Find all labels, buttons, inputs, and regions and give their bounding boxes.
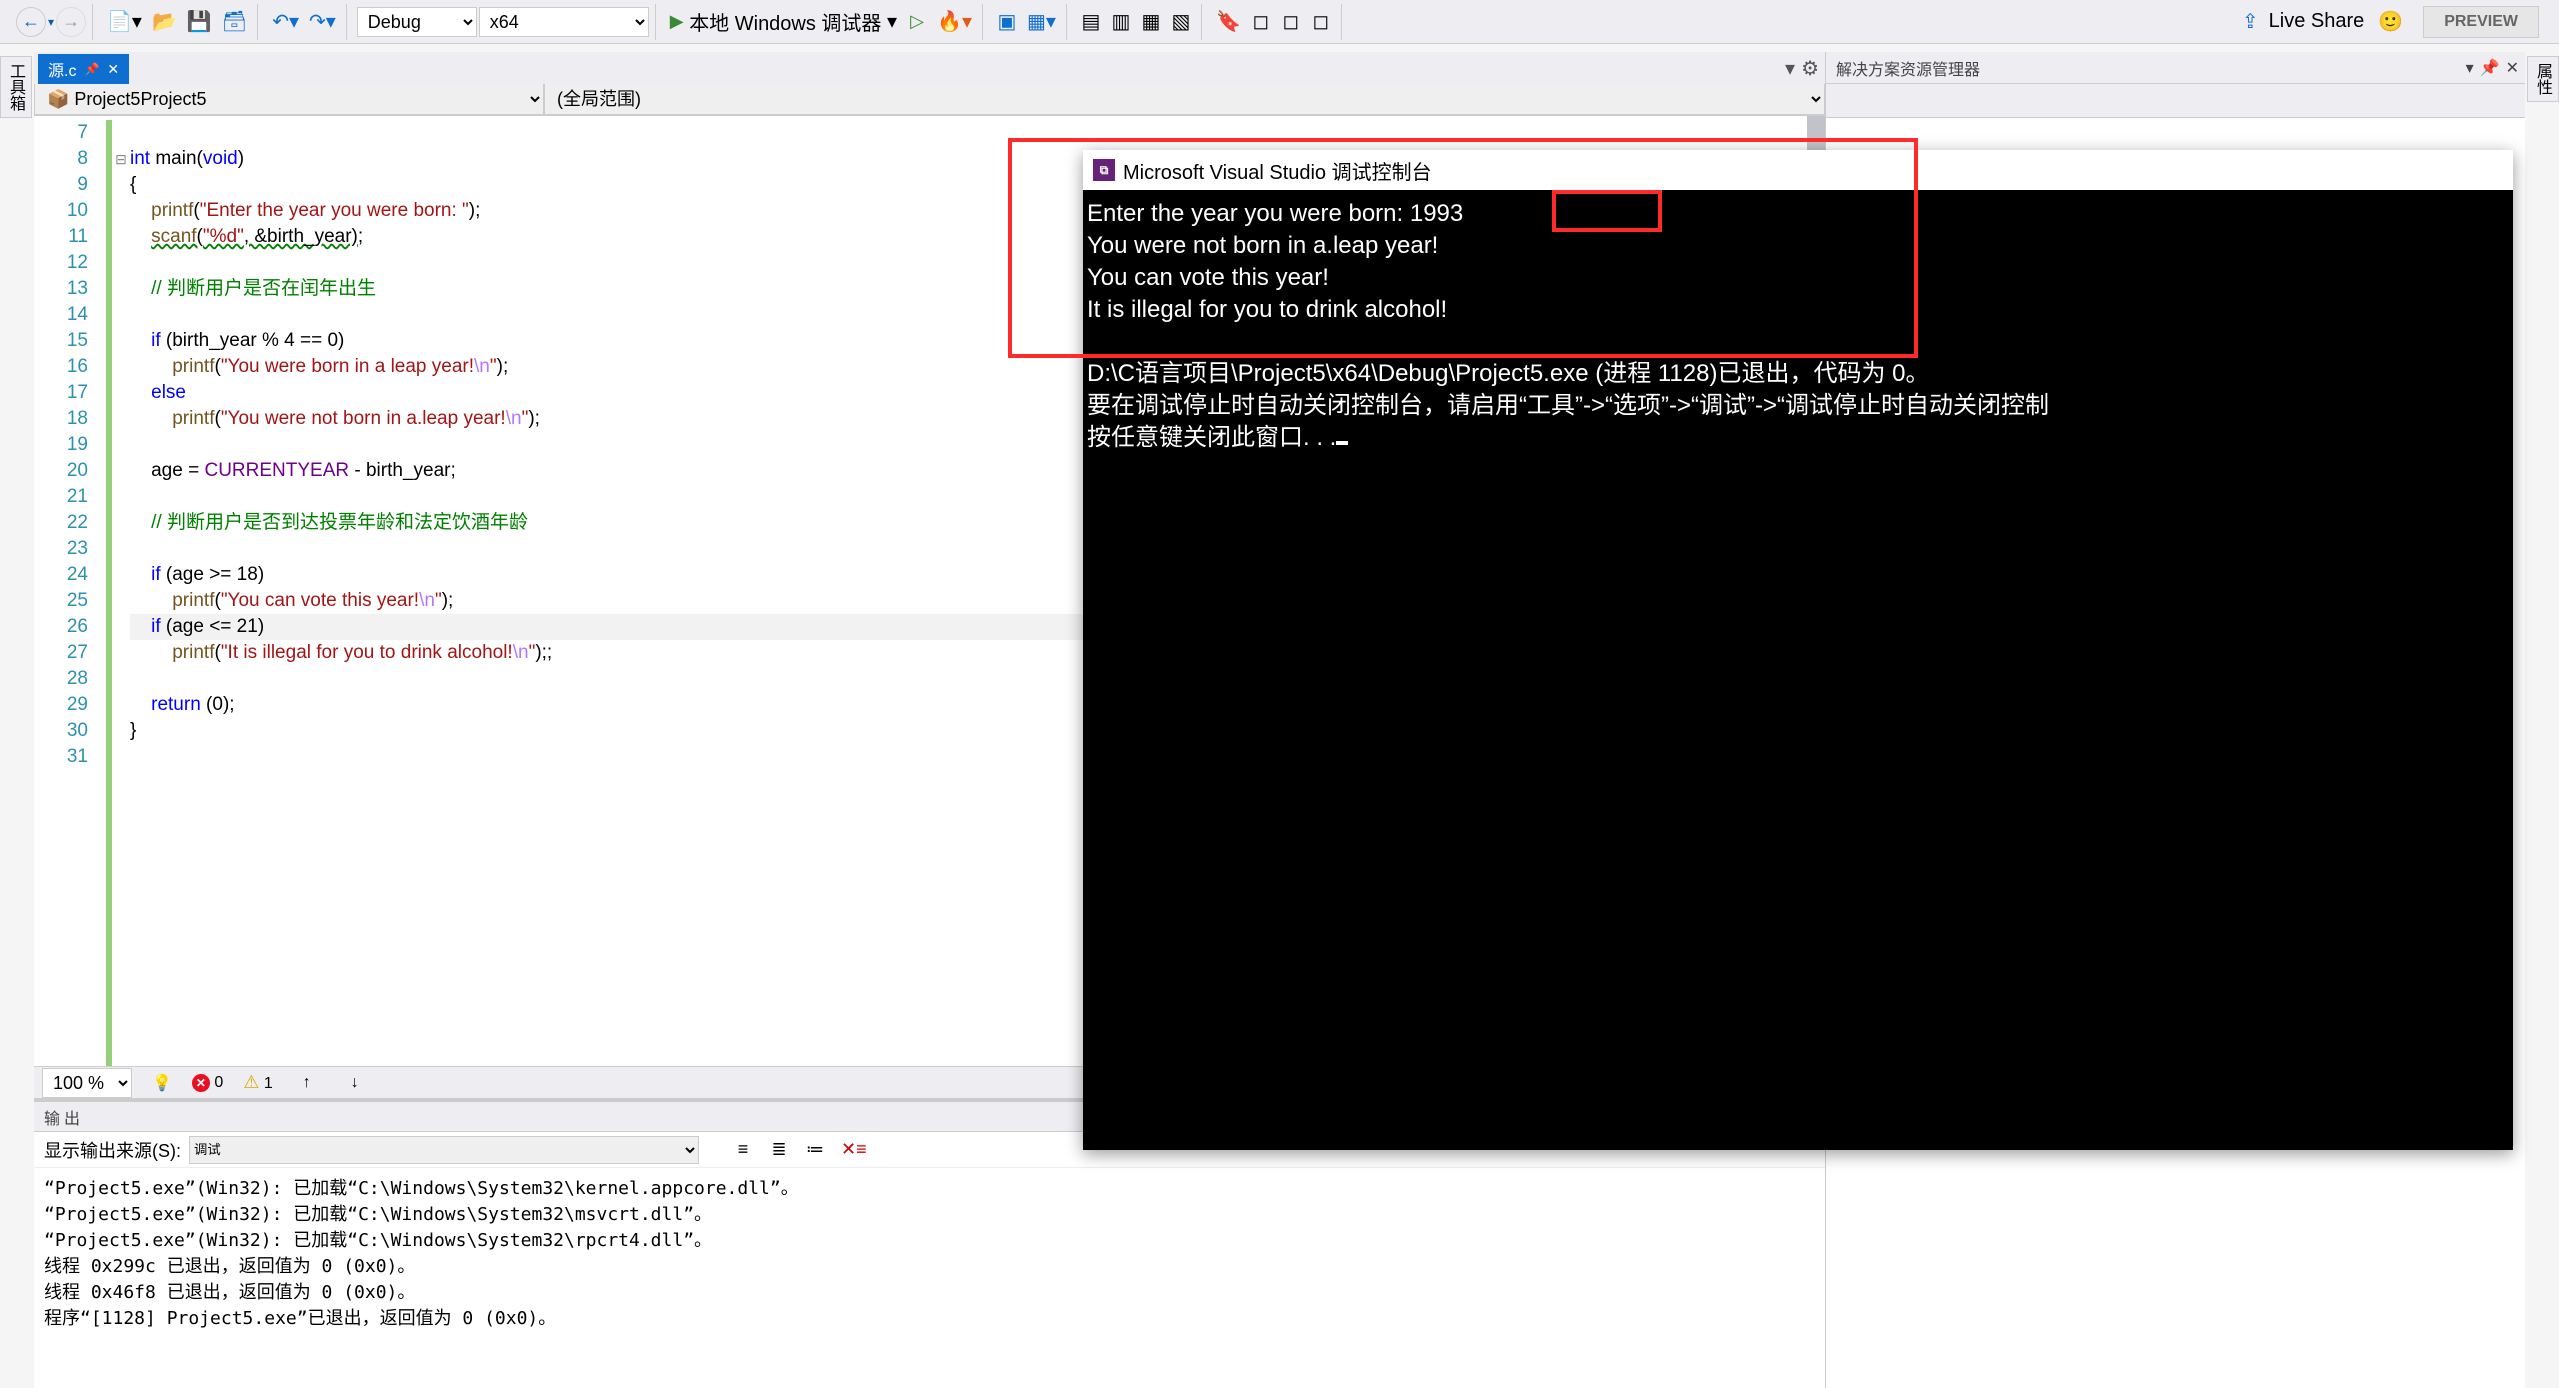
zoom-select[interactable]: 100 % <box>42 1068 132 1098</box>
pin-icon[interactable]: 📌 <box>84 62 99 76</box>
editor-tab-active[interactable]: 源.c 📌 ✕ <box>38 54 129 84</box>
start-no-debug-button[interactable]: ▷ <box>903 8 931 36</box>
indent-btn[interactable]: ▤ <box>1077 8 1105 36</box>
panel-close-icon[interactable]: ✕ <box>2506 58 2519 78</box>
close-icon[interactable]: ✕ <box>107 61 119 78</box>
new-item-button[interactable]: 📄▾ <box>103 8 146 36</box>
warning-count[interactable]: ⚠ 1 <box>243 1072 273 1093</box>
output-source-label: 显示输出来源(S): <box>44 1137 181 1163</box>
scope-bar: 📦 Project5Project5 (全局范围) <box>34 84 1825 116</box>
main-toolbar: ← ▾ → 📄▾ 📂 💾 🗃 ↶▾ ↷▾ Debug x64 ▶ 本地 Wind… <box>0 0 2559 44</box>
toolbox-btn-2[interactable]: ▦▾ <box>1023 8 1060 36</box>
output-tool-2[interactable]: ≣ <box>765 1136 793 1164</box>
vs-icon: ⧉ <box>1093 159 1115 181</box>
nav-down-button[interactable]: ↓ <box>341 1069 369 1097</box>
solution-toolbar <box>1826 84 2525 118</box>
tab-settings-icon[interactable]: ⚙ <box>1801 56 1819 81</box>
editor-tab-bar: 源.c 📌 ✕ ▾ ⚙ <box>34 52 1825 84</box>
panel-dropdown-icon[interactable]: ▾ <box>2466 58 2474 78</box>
start-debug-button[interactable]: ▶ 本地 Windows 调试器 ▾ <box>666 8 901 36</box>
bookmark-clear[interactable]: ◻ <box>1307 8 1335 36</box>
lightbulb-icon[interactable]: 💡 <box>152 1073 172 1093</box>
toolbox-btn-1[interactable]: ▣ <box>993 8 1021 36</box>
output-source-select[interactable]: 调试 <box>189 1136 699 1164</box>
scope-project-select[interactable]: 📦 Project5Project5 <box>34 84 544 115</box>
hot-reload-button[interactable]: 🔥▾ <box>933 8 976 36</box>
bookmark-prev[interactable]: ◻ <box>1247 8 1275 36</box>
open-file-button[interactable]: 📂 <box>148 8 181 36</box>
console-output: Enter the year you were born: 1993 You w… <box>1083 190 2513 462</box>
output-tool-1[interactable]: ≡ <box>729 1136 757 1164</box>
bookmark-next[interactable]: ◻ <box>1277 8 1305 36</box>
solution-explorer-title: 解决方案资源管理器 <box>1836 56 1980 80</box>
nav-up-button[interactable]: ↑ <box>293 1069 321 1097</box>
preview-button[interactable]: PREVIEW <box>2423 6 2539 38</box>
redo-button[interactable]: ↷▾ <box>305 8 340 36</box>
nav-forward-button[interactable]: → <box>56 7 86 37</box>
scope-function-select[interactable]: (全局范围) <box>544 84 1825 115</box>
save-button[interactable]: 💾 <box>183 8 216 36</box>
undo-button[interactable]: ↶▾ <box>268 8 303 36</box>
console-title: Microsoft Visual Studio 调试控制台 <box>1123 156 1432 185</box>
live-share-button[interactable]: Live Share <box>2265 8 2369 36</box>
uncomment-btn[interactable]: ▧ <box>1167 8 1195 36</box>
comment-btn[interactable]: ▦ <box>1137 8 1165 36</box>
line-gutter: 7891011121314151617181920212223242526272… <box>34 116 106 1066</box>
fold-gutter: ⊟ <box>112 116 130 1066</box>
panel-pin-icon[interactable]: 📌 <box>2480 58 2500 78</box>
output-clear-button[interactable]: ✕≡ <box>837 1136 871 1164</box>
output-tool-3[interactable]: ≔ <box>801 1136 829 1164</box>
bookmark-btn[interactable]: 🔖 <box>1212 8 1245 36</box>
properties-side-tab[interactable]: 属性 <box>2527 56 2559 102</box>
console-titlebar[interactable]: ⧉ Microsoft Visual Studio 调试控制台 <box>1083 150 2513 190</box>
tab-dropdown-icon[interactable]: ▾ <box>1785 56 1795 81</box>
error-count[interactable]: ✕ 0 <box>192 1074 223 1092</box>
outdent-btn[interactable]: ▥ <box>1107 8 1135 36</box>
save-all-button[interactable]: 🗃 <box>218 8 251 36</box>
live-share-icon: ⇪ <box>2242 9 2259 34</box>
feedback-button[interactable]: 🙂 <box>2374 8 2407 36</box>
output-body[interactable]: “Project5.exe”(Win32): 已加载“C:\Windows\Sy… <box>34 1168 1825 1388</box>
config-select[interactable]: Debug <box>357 7 477 37</box>
nav-back-button[interactable]: ← <box>16 7 46 37</box>
platform-select[interactable]: x64 <box>479 7 649 37</box>
debug-console-window[interactable]: ⧉ Microsoft Visual Studio 调试控制台 Enter th… <box>1083 150 2513 1150</box>
toolbox-side-tab[interactable]: 工具箱 <box>0 56 32 118</box>
tab-label: 源.c <box>48 57 76 81</box>
